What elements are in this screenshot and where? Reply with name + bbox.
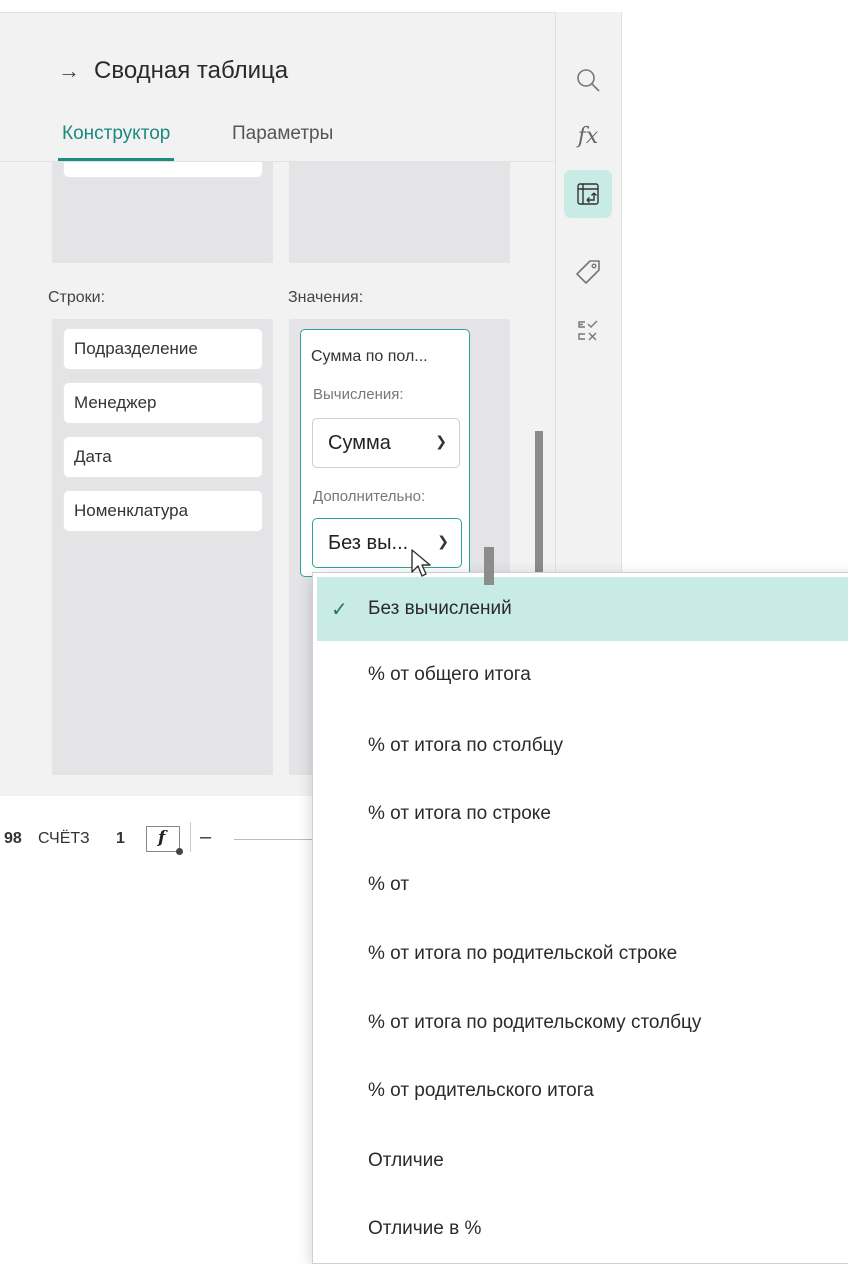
dropdown-option[interactable]: % от общего итога	[313, 643, 848, 707]
divider	[190, 822, 191, 852]
tab-parameters[interactable]: Параметры	[232, 123, 333, 145]
function-dot	[176, 848, 183, 855]
dropdown-option[interactable]: ✓ Без вычислений	[317, 577, 848, 641]
values-label: Значения:	[288, 289, 364, 306]
mouse-pointer-icon	[411, 549, 431, 577]
calculation-options-dropdown: ✓ Без вычислений % от общего итога % от …	[312, 572, 848, 1264]
pivot-table-tool-button[interactable]	[564, 170, 612, 218]
status-count: 1	[116, 830, 125, 847]
chevron-down-icon: ❯	[437, 533, 449, 549]
rows-label: Строки:	[48, 289, 106, 306]
additional-value: Без вы...	[328, 531, 409, 554]
panel-header: → Сводная таблица Конструктор Параметры	[0, 13, 555, 162]
pivot-table-icon	[577, 183, 599, 205]
additional-select[interactable]: Без вы... ❯	[312, 518, 462, 568]
arrow-right-icon[interactable]: →	[58, 58, 80, 84]
dropdown-option[interactable]: % от родительского итога	[313, 1059, 848, 1123]
function-button[interactable]: f	[146, 826, 183, 855]
panel-title-text: Сводная таблица	[94, 57, 289, 84]
dropdown-option[interactable]: % от итога по столбцу	[313, 714, 848, 778]
row-field-chip[interactable]: Подразделение	[64, 329, 262, 369]
function-icon: f	[158, 828, 166, 848]
zoom-slider-track[interactable]	[234, 839, 314, 840]
row-field-chip[interactable]: Менеджер	[64, 383, 262, 423]
checkmark-icon: ✓	[331, 598, 348, 621]
tab-constructor[interactable]: Конструктор	[57, 123, 175, 161]
dropdown-option[interactable]: Отличие в %	[313, 1197, 848, 1261]
calculation-label: Вычисления:	[313, 386, 404, 403]
status-function-name: СЧЁТЗ	[38, 830, 90, 847]
row-field-chip[interactable]: Номенклатура	[64, 491, 262, 531]
formula-tool-button[interactable]: fx	[564, 112, 612, 160]
chevron-down-icon: ❯	[435, 433, 447, 449]
dropdown-option[interactable]: % от итога по родительской строке	[313, 922, 848, 986]
additional-label: Дополнительно:	[313, 488, 426, 505]
formula-icon: fx	[577, 123, 599, 149]
dropdown-option[interactable]: % от итога по родительскому столбцу	[313, 991, 848, 1055]
dropdown-option[interactable]: % от	[313, 853, 848, 917]
list-check-icon	[578, 320, 598, 341]
value-field-card[interactable]: Сумма по пол... Вычисления: Сумма ❯ Допо…	[300, 329, 470, 577]
calculation-value: Сумма	[328, 431, 391, 454]
tag-icon	[576, 260, 600, 284]
search-tool-button[interactable]	[564, 56, 612, 104]
calculation-select[interactable]: Сумма ❯	[312, 418, 460, 468]
list-check-tool-button[interactable]	[564, 308, 612, 356]
search-icon	[577, 69, 600, 92]
row-field-chip[interactable]: Дата	[64, 437, 262, 477]
tag-tool-button[interactable]	[564, 248, 612, 296]
zoom-out-button[interactable]: –	[200, 826, 211, 849]
dropdown-option[interactable]: Отличие	[313, 1129, 848, 1193]
status-number: 98	[4, 830, 22, 847]
panel-title: → Сводная таблица	[58, 57, 288, 85]
dropdown-option[interactable]: % от итога по строке	[313, 782, 848, 846]
value-field-title: Сумма по пол...	[311, 348, 428, 365]
values-scrollbar-thumb[interactable]	[484, 547, 494, 585]
panel-scrollbar-thumb[interactable]	[535, 431, 543, 591]
rows-drop-area[interactable]: Подразделение Менеджер Дата Номенклатура	[52, 319, 273, 775]
